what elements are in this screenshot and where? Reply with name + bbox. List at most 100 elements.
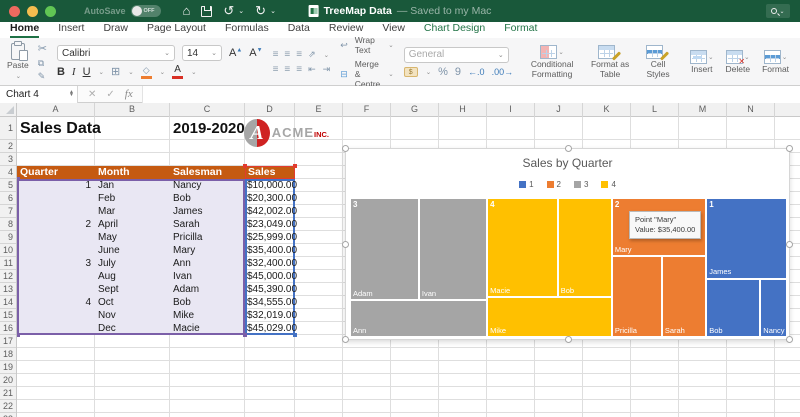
column-header-J[interactable]: J (535, 103, 583, 117)
align-bottom-icon[interactable]: ≡ (296, 49, 302, 60)
cell-month[interactable]: Oct (98, 296, 114, 309)
zoom-window-button[interactable] (45, 5, 56, 17)
font-color-button[interactable]: A (172, 65, 184, 79)
tab-home[interactable]: Home (10, 22, 40, 38)
treemap-tile-ivan[interactable]: Ivan (418, 198, 488, 301)
tab-page-layout[interactable]: Page Layout (147, 22, 206, 38)
cell-month[interactable]: June (98, 244, 120, 257)
chart-resize-handle[interactable] (786, 336, 793, 343)
cell-sales[interactable]: $34,555.00 (247, 296, 297, 309)
increase-indent-icon[interactable]: ⇥ (323, 65, 331, 74)
row-header-16[interactable]: 16 (0, 322, 16, 335)
column-header-I[interactable]: I (487, 103, 535, 117)
cell-salesman[interactable]: Ivan (173, 270, 192, 283)
row-header-13[interactable]: 13 (0, 283, 16, 296)
cell-month[interactable]: Nov (98, 309, 116, 322)
cell-salesman[interactable]: Mary (173, 244, 195, 257)
row-header-1[interactable]: 1 (0, 117, 16, 140)
row-header-3[interactable]: 3 (0, 153, 16, 166)
cell-salesman[interactable]: Adam (173, 283, 199, 296)
delete-cells-button[interactable]: ⌄ Delete (723, 49, 754, 75)
cell-sales[interactable]: $32,019.00 (247, 309, 297, 322)
align-center-icon[interactable]: ≡ (284, 64, 290, 75)
table-header-month[interactable]: Month (95, 166, 170, 179)
underline-button[interactable]: U (83, 66, 91, 78)
row-header-18[interactable]: 18 (0, 348, 16, 361)
table-header-quarter[interactable]: Quarter (17, 166, 95, 179)
percent-style-icon[interactable]: % (438, 66, 448, 78)
search-button[interactable]: ⌄ (766, 4, 790, 18)
cell-sales[interactable]: $45,390.00 (247, 283, 297, 296)
wrap-text-button[interactable]: ↩ Wrap Text ⌄ (340, 35, 394, 55)
row-header-19[interactable]: 19 (0, 361, 16, 374)
treemap-tile-mike[interactable]: Mike (487, 297, 612, 337)
orientation-icon[interactable]: ⇗ (308, 50, 316, 59)
undo-chevron-icon[interactable]: ⌄ (238, 7, 244, 15)
cell-sales[interactable]: $10,000.00 (247, 179, 297, 192)
column-header-A[interactable]: A (17, 103, 95, 117)
cut-icon[interactable]: ✂ (38, 43, 47, 55)
accounting-format-icon[interactable]: $ (403, 67, 418, 77)
cell-salesman[interactable]: James (173, 205, 202, 218)
format-cells-button[interactable]: ⌄ Format (759, 49, 792, 75)
tab-draw[interactable]: Draw (103, 22, 128, 38)
row-header-8[interactable]: 8 (0, 218, 16, 231)
format-painter-icon[interactable]: ✎ (38, 71, 47, 81)
undo-icon[interactable]: ↺ (223, 0, 234, 22)
treemap-tile-macie[interactable]: Macie 4 (487, 198, 558, 298)
legend-item-4[interactable]: 4 (601, 180, 616, 189)
cell-month[interactable]: Mar (98, 205, 115, 218)
cancel-entry-icon[interactable]: ✕ (88, 89, 96, 100)
redo-icon[interactable]: ↻ (255, 0, 266, 22)
insert-function-icon[interactable]: fx (125, 88, 133, 100)
row-header-15[interactable]: 15 (0, 309, 16, 322)
row-header-11[interactable]: 11 (0, 257, 16, 270)
treemap-tile-ann[interactable]: Ann (350, 300, 488, 337)
cell-month[interactable]: Sept (98, 283, 119, 296)
treemap-tile-sarah[interactable]: Sarah (661, 256, 707, 337)
cell-sales[interactable]: $25,999.00 (247, 231, 297, 244)
row-header-12[interactable]: 12 (0, 270, 16, 283)
italic-button[interactable]: I (72, 66, 76, 78)
legend-item-2[interactable]: 2 (546, 180, 561, 189)
cell-quarter[interactable]: 2 (17, 218, 91, 231)
column-header-C[interactable]: C (170, 103, 245, 117)
column-header-M[interactable]: M (679, 103, 727, 117)
cell-month[interactable]: Jan (98, 179, 114, 192)
column-header-L[interactable]: L (631, 103, 679, 117)
row-header-23[interactable]: 23 (0, 413, 16, 417)
treemap-tile-adam[interactable]: Adam 3 (350, 198, 419, 301)
select-all-corner[interactable] (0, 103, 17, 117)
autosave-toggle[interactable]: OFF (130, 5, 161, 17)
chart-resize-handle[interactable] (342, 145, 349, 152)
font-name-select[interactable]: Calibri ⌄ (56, 45, 175, 61)
row-header-21[interactable]: 21 (0, 387, 16, 400)
cell-month[interactable]: April (98, 218, 118, 231)
cell-salesman[interactable]: Sarah (173, 218, 200, 231)
align-right-icon[interactable]: ≡ (296, 64, 302, 75)
copy-icon[interactable]: ⧉ (38, 58, 47, 68)
cell-sales[interactable]: $45,000.00 (247, 270, 297, 283)
chart-resize-handle[interactable] (342, 241, 349, 248)
column-header-G[interactable]: G (391, 103, 439, 117)
number-format-select[interactable]: General ⌄ (403, 46, 509, 63)
row-header-5[interactable]: 5 (0, 179, 16, 192)
cell-month[interactable]: Feb (98, 192, 115, 205)
row-header-7[interactable]: 7 (0, 205, 16, 218)
autosave-control[interactable]: AutoSave OFF (84, 5, 161, 17)
save-icon[interactable] (201, 5, 213, 17)
legend-item-3[interactable]: 3 (574, 180, 588, 189)
cell-sales[interactable]: $45,029.00 (247, 322, 297, 335)
row-header-22[interactable]: 22 (0, 400, 16, 413)
minimize-window-button[interactable] (27, 5, 38, 17)
home-icon[interactable]: ⌂ (183, 0, 191, 22)
conditional-formatting-button[interactable]: ⌄ Conditional Formatting (523, 44, 581, 80)
name-box[interactable]: Chart 4 ▲ ▼ (0, 85, 78, 103)
align-left-icon[interactable]: ≡ (273, 64, 279, 75)
cell-sales[interactable]: $32,400.00 (247, 257, 297, 270)
cell-month[interactable]: Dec (98, 322, 116, 335)
cell-quarter[interactable]: 3 (17, 257, 91, 270)
cell-month[interactable]: July (98, 257, 116, 270)
cell-quarter[interactable]: 1 (17, 179, 91, 192)
chart-resize-handle[interactable] (342, 336, 349, 343)
